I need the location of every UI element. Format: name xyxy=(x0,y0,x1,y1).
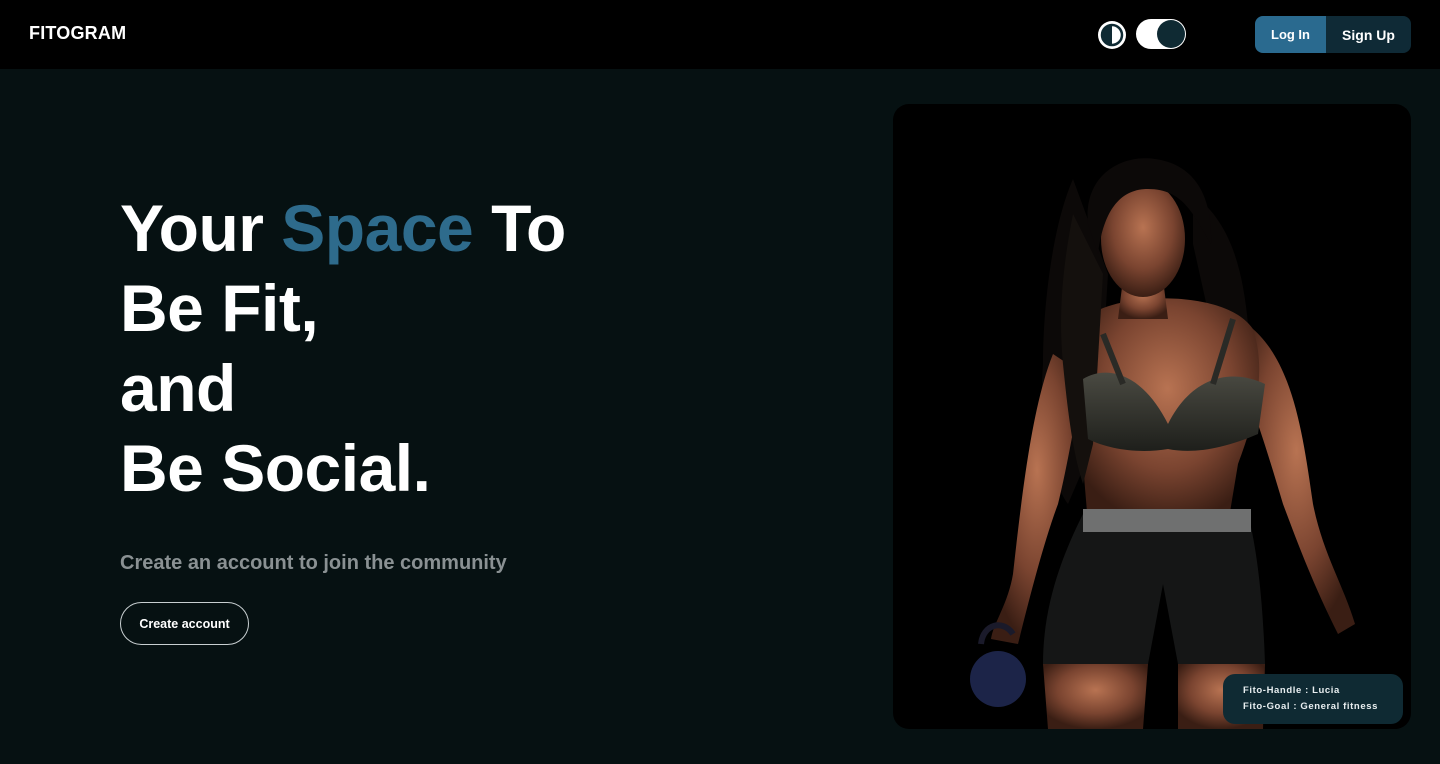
handle-label: Fito-Handle xyxy=(1243,685,1302,696)
toggle-knob xyxy=(1157,20,1185,48)
brand-logo[interactable]: FITOGRAM xyxy=(29,23,126,44)
profile-tag: Fito-Handle : Lucia Fito-Goal : General … xyxy=(1223,674,1403,724)
hero-subtitle: Create an account to join the community xyxy=(120,552,507,574)
profile-handle-row: Fito-Handle : Lucia xyxy=(1243,683,1403,699)
contrast-icon[interactable] xyxy=(1097,20,1127,50)
auth-button-group: Log In Sign Up xyxy=(1255,16,1411,53)
signup-button[interactable]: Sign Up xyxy=(1326,16,1411,53)
hero-heading-part2: To xyxy=(473,191,566,265)
profile-goal-row: Fito-Goal : General fitness xyxy=(1243,699,1403,715)
handle-value: Lucia xyxy=(1312,685,1340,696)
login-button[interactable]: Log In xyxy=(1255,16,1326,53)
hero-heading: Your Space To Be Fit, and Be Social. xyxy=(120,188,740,508)
goal-value: General fitness xyxy=(1300,701,1378,712)
hero-heading-line-4: Be Social. xyxy=(120,431,431,505)
create-account-button[interactable]: Create account xyxy=(120,602,249,645)
hero-heading-line-3: and xyxy=(120,351,236,425)
athlete-illustration xyxy=(970,158,1355,729)
theme-toggle[interactable] xyxy=(1136,19,1186,49)
hero-heading-part1: Your xyxy=(120,191,282,265)
hero-heading-accent: Space xyxy=(281,191,474,265)
goal-label: Fito-Goal xyxy=(1243,701,1291,712)
athlete-photo xyxy=(893,104,1411,729)
hero-heading-line-2: Be Fit, xyxy=(120,271,319,345)
goal-separator: : xyxy=(1290,701,1301,712)
handle-separator: : xyxy=(1301,685,1313,696)
top-navbar: FITOGRAM Log In Sign Up xyxy=(0,0,1440,69)
hero-heading-line-1: Your Space To xyxy=(120,188,740,268)
